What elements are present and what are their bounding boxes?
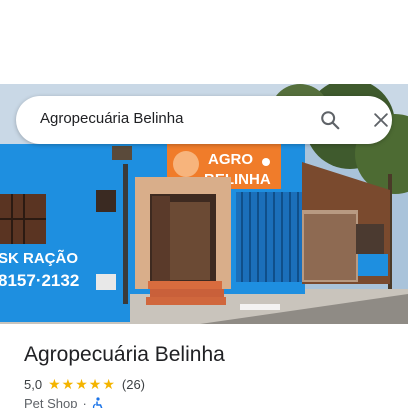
star-icon: ★: [61, 376, 75, 392]
star-icon: ★: [75, 376, 88, 392]
star-icon: ★: [48, 376, 61, 392]
sign-text-agro: AGRO: [208, 151, 253, 168]
rating-value: 5,0: [24, 376, 43, 392]
place-category: Pet Shop: [24, 396, 78, 408]
star-rating: ★ ★ ★ ★ ★: [48, 377, 116, 391]
wall-text-phone: 8157·2132: [0, 271, 79, 290]
wall-text-racao: SK RAÇÃO: [0, 249, 78, 267]
review-count[interactable]: (26): [122, 377, 145, 392]
close-icon: [374, 113, 388, 127]
star-icon: ★: [88, 376, 102, 392]
top-blank-area: [0, 0, 408, 84]
search-input[interactable]: Agropecuária Belinha: [40, 110, 183, 127]
search-button[interactable]: [316, 106, 344, 134]
star-icon: ★: [102, 376, 115, 392]
close-button[interactable]: [367, 106, 395, 134]
search-bar[interactable]: Agropecuária Belinha: [16, 96, 392, 144]
category-row: Pet Shop ·: [24, 396, 104, 408]
place-title: Agropecuária Belinha: [24, 343, 225, 366]
search-icon: [321, 111, 340, 130]
rating-row[interactable]: 5,0 ★ ★ ★ ★ ★ (26): [24, 376, 145, 392]
wheelchair-accessible-icon: [92, 396, 103, 408]
separator-dot: ·: [82, 396, 87, 408]
